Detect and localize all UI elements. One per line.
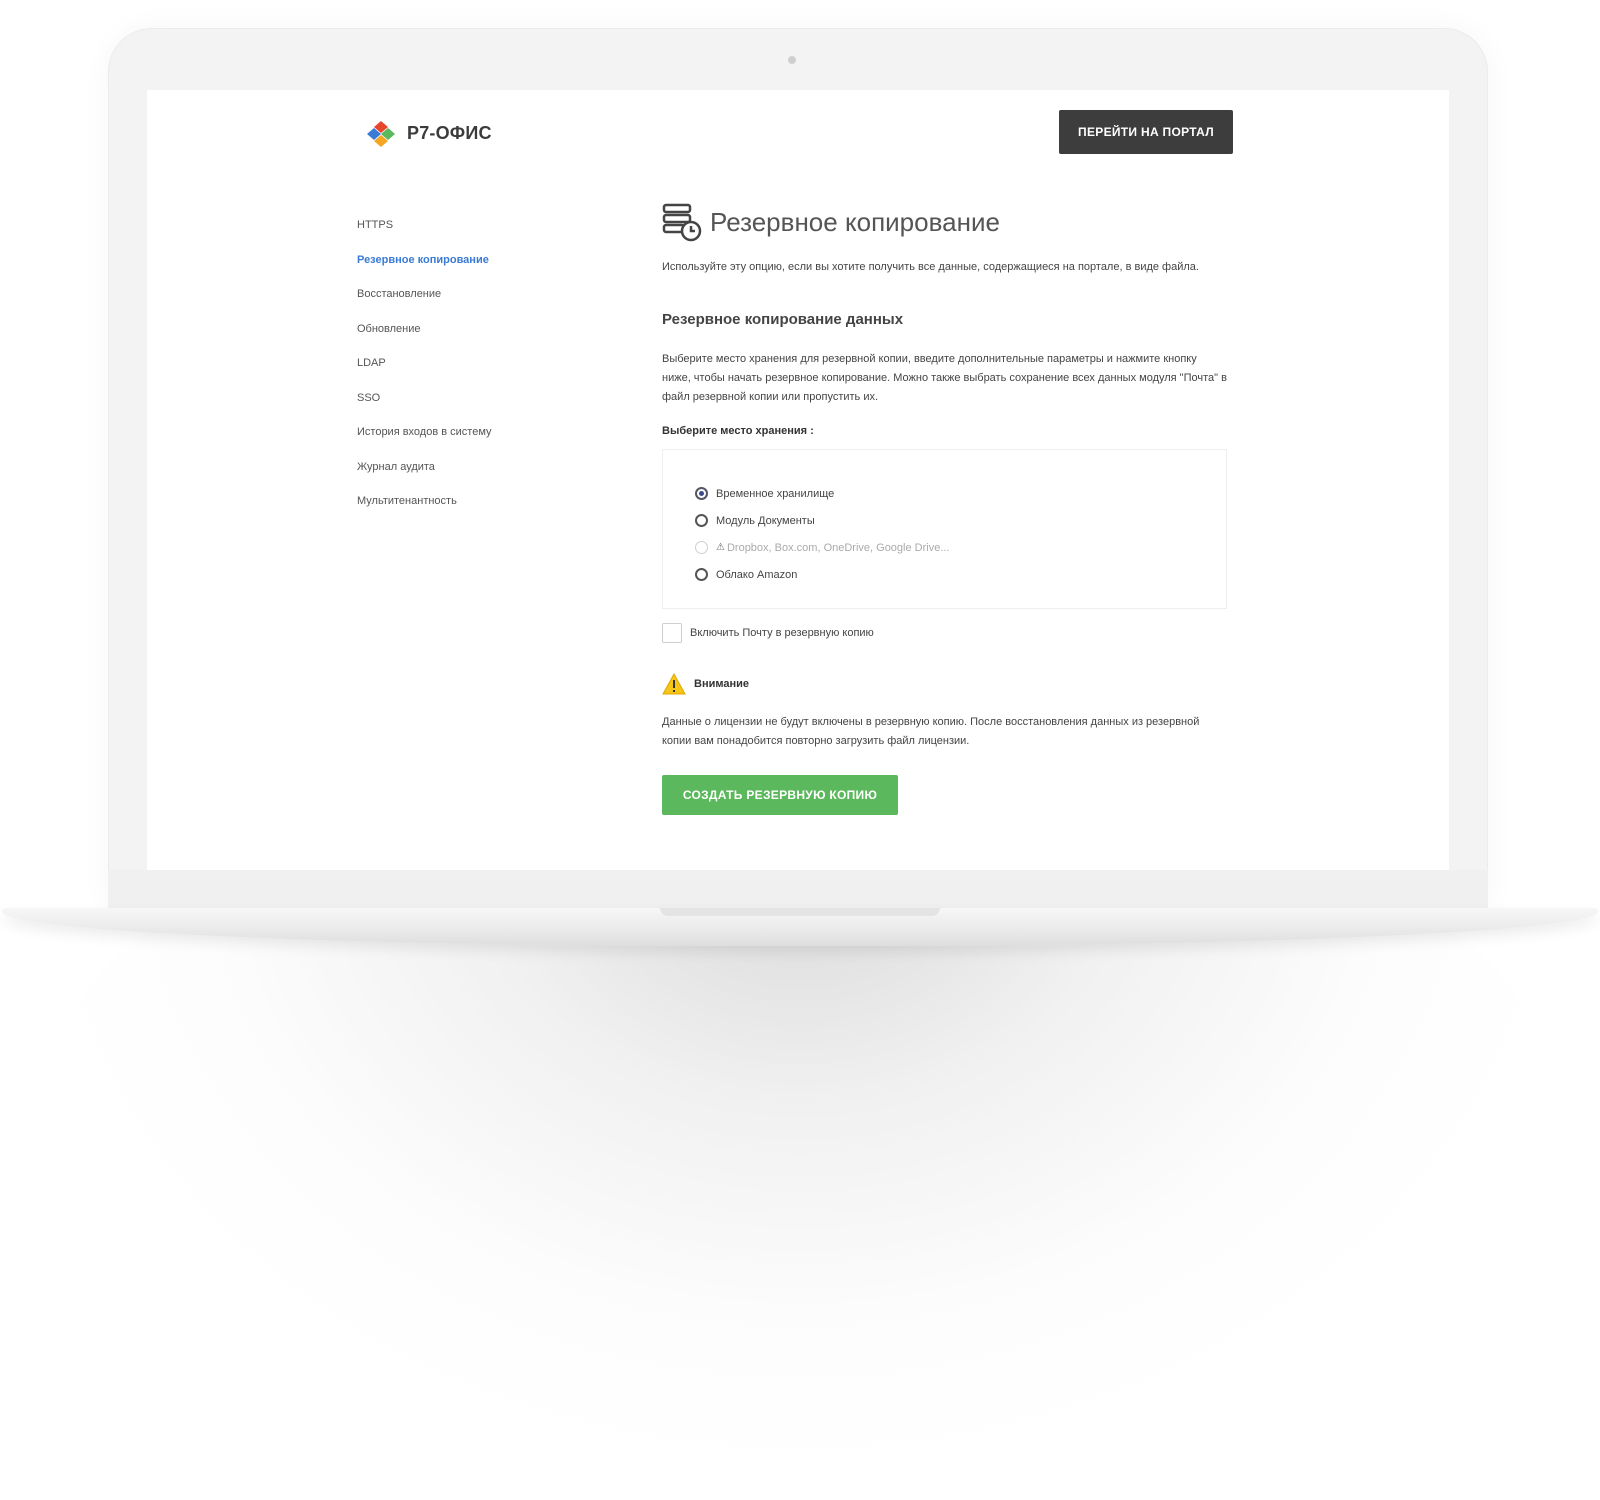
page-description: Используйте эту опцию, если вы хотите по… <box>662 261 1199 273</box>
radio-third-party-storage: ⚠ Dropbox, Box.com, OneDrive, Google Dri… <box>695 534 1226 561</box>
sidebar-item-backup[interactable]: Резервное копирование <box>357 253 597 288</box>
create-backup-button[interactable]: СОЗДАТЬ РЕЗЕРВНУЮ КОПИЮ <box>662 775 898 815</box>
sidebar-item-ldap[interactable]: LDAP <box>357 356 597 391</box>
include-mail-checkbox[interactable] <box>662 623 682 643</box>
attention-header: Внимание <box>662 673 1227 695</box>
brand-logo[interactable]: Р7-ОФИС <box>359 118 492 148</box>
radio-button[interactable] <box>695 487 708 500</box>
warning-icon <box>662 673 686 695</box>
radio-button[interactable] <box>695 514 708 527</box>
sidebar-item-multitenancy[interactable]: Мультитенантность <box>357 494 597 529</box>
sidebar-item-audit-log[interactable]: Журнал аудита <box>357 460 597 495</box>
radio-button <box>695 541 708 554</box>
laptop-screen: Р7-ОФИС ПЕРЕЙТИ НА ПОРТАЛ HTTPS Резервно… <box>147 90 1449 870</box>
laptop-base-notch <box>660 908 940 916</box>
radio-amazon-cloud[interactable]: Облако Amazon <box>695 561 1226 588</box>
logo-icon <box>367 121 395 147</box>
section-description: Выберите место хранения для резервной ко… <box>662 353 1227 403</box>
page-title: Резервное копирование <box>710 206 1000 237</box>
radio-label: Облако Amazon <box>716 568 798 581</box>
attention-title: Внимание <box>694 678 749 690</box>
radio-label: Dropbox, Box.com, OneDrive, Google Drive… <box>726 541 950 554</box>
sidebar-item-login-history[interactable]: История входов в систему <box>357 425 597 460</box>
radio-label: Временное хранилище <box>716 487 835 500</box>
storage-options-panel: Временное хранилище Модуль Документы ⚠ D… <box>662 449 1227 609</box>
radio-label: Модуль Документы <box>716 514 815 527</box>
brand-name: Р7-ОФИС <box>407 122 492 143</box>
radio-button[interactable] <box>695 568 708 581</box>
sidebar-item-https[interactable]: HTTPS <box>357 218 597 253</box>
section-title: Резервное копирование данных <box>662 311 904 328</box>
sidebar-nav: HTTPS Резервное копирование Восстановлен… <box>357 218 597 529</box>
go-to-portal-button[interactable]: ПЕРЕЙТИ НА ПОРТАЛ <box>1059 110 1233 154</box>
laptop-bottom-bezel <box>108 870 1488 910</box>
radio-temporary-storage[interactable]: Временное хранилище <box>695 480 1226 507</box>
attention-text: Данные о лицензии не будут включены в ре… <box>662 716 1200 747</box>
sidebar-item-restore[interactable]: Восстановление <box>357 287 597 322</box>
sidebar-item-sso[interactable]: SSO <box>357 391 597 426</box>
camera-dot <box>788 56 796 64</box>
backup-icon <box>662 203 702 242</box>
main-content: Резервное копирование Используйте эту оп… <box>662 200 1227 815</box>
warning-icon: ⚠ <box>716 542 725 553</box>
include-mail-option[interactable]: Включить Почту в резервную копию <box>662 623 1227 643</box>
radio-documents-module[interactable]: Модуль Документы <box>695 507 1226 534</box>
include-mail-label: Включить Почту в резервную копию <box>690 627 874 639</box>
page-header: Резервное копирование <box>662 200 1227 244</box>
sidebar-item-update[interactable]: Обновление <box>357 322 597 357</box>
storage-label: Выберите место хранения : <box>662 425 814 437</box>
